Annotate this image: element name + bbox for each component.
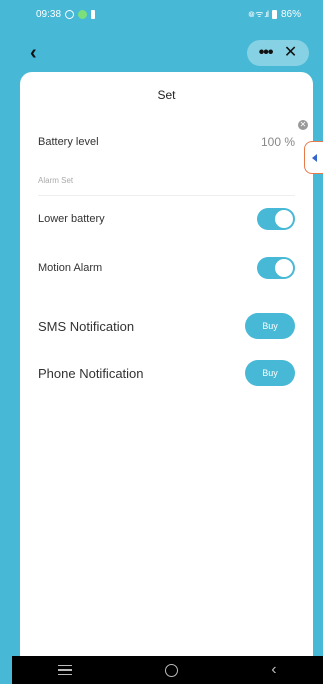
battery-level-value: 100 % bbox=[260, 135, 295, 149]
whatsapp-icon bbox=[65, 9, 75, 19]
notification-icon bbox=[91, 9, 96, 19]
notification-row-sms: SMS Notification Buy bbox=[38, 313, 295, 339]
notification-label: Phone Notification bbox=[38, 365, 144, 381]
mini-program-capsule: ••• ✕ bbox=[247, 40, 309, 66]
battery-percent: 86% bbox=[280, 8, 301, 20]
lower-battery-toggle[interactable] bbox=[257, 208, 295, 230]
toggle-label: Motion Alarm bbox=[38, 262, 103, 274]
app-notification-icon bbox=[78, 9, 88, 19]
home-icon[interactable] bbox=[165, 663, 179, 677]
status-left: 09:38 bbox=[36, 8, 96, 20]
page-title: Set bbox=[157, 88, 176, 102]
toggle-row-motion-alarm: Motion Alarm bbox=[38, 257, 295, 279]
divider bbox=[38, 195, 295, 196]
signal-icon: ᪤ ᯤ .ıl bbox=[248, 8, 269, 19]
battery-icon bbox=[271, 9, 277, 19]
settings-card: Set ✕ Battery level 100 % Alarm Set Lowe… bbox=[20, 72, 313, 658]
toggle-row-lower-battery: Lower battery bbox=[38, 208, 295, 230]
battery-level-label: Battery level bbox=[38, 136, 99, 148]
notification-label: SMS Notification bbox=[38, 318, 135, 334]
clear-icon[interactable]: ✕ bbox=[298, 120, 308, 130]
toggle-knob bbox=[275, 259, 293, 277]
side-drawer-tab[interactable] bbox=[304, 141, 323, 174]
sms-buy-button[interactable]: Buy bbox=[245, 313, 295, 339]
chevron-left-icon[interactable]: ‹ bbox=[30, 43, 37, 63]
status-right: ᪤ ᯤ .ıl 86% bbox=[248, 7, 301, 22]
close-icon[interactable]: ✕ bbox=[284, 45, 297, 61]
left-strip bbox=[0, 656, 12, 684]
system-nav-bar: ‹ bbox=[12, 656, 323, 684]
recents-icon[interactable] bbox=[58, 664, 73, 676]
more-icon[interactable]: ••• bbox=[259, 45, 274, 61]
status-time: 09:38 bbox=[36, 8, 62, 20]
motion-alarm-toggle[interactable] bbox=[257, 257, 295, 279]
nav-bar: ‹ ••• ✕ bbox=[0, 38, 323, 68]
battery-level-row: Battery level 100 % bbox=[38, 134, 295, 150]
toggle-label: Lower battery bbox=[38, 213, 105, 225]
back-icon[interactable]: ‹ bbox=[271, 662, 276, 678]
notification-row-phone: Phone Notification Buy bbox=[38, 360, 295, 386]
status-bar: 09:38 ᪤ ᯤ .ıl 86% bbox=[0, 0, 323, 28]
section-label-alarm-set: Alarm Set bbox=[38, 176, 74, 185]
phone-buy-button[interactable]: Buy bbox=[245, 360, 295, 386]
chevron-left-icon bbox=[311, 153, 317, 162]
toggle-knob bbox=[275, 210, 293, 228]
